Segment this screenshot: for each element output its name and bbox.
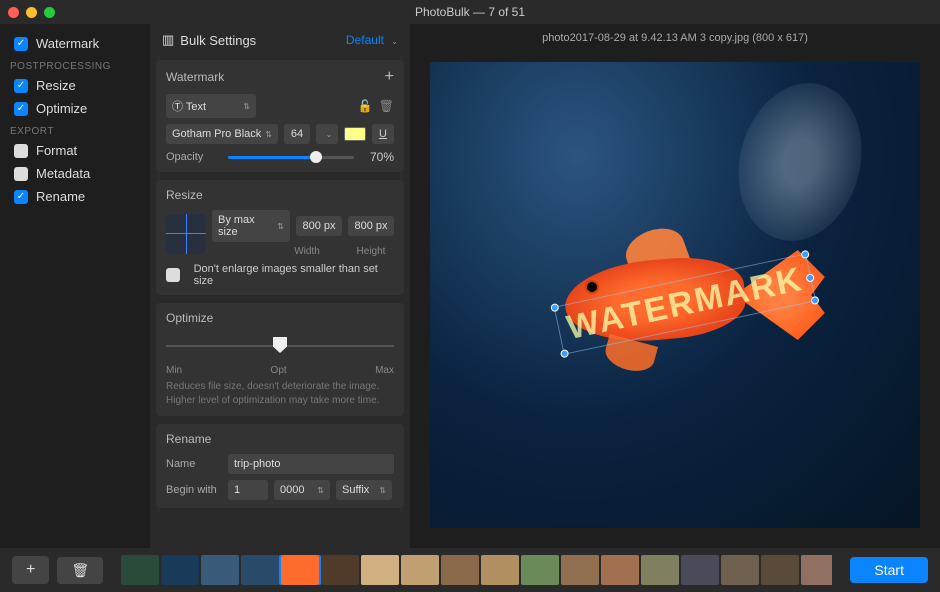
checkbox-icon[interactable]: [14, 144, 28, 158]
opacity-slider[interactable]: [228, 156, 354, 159]
delete-icon[interactable]: 🗑: [379, 99, 394, 113]
thumbnail[interactable]: [361, 555, 399, 585]
thumbnail[interactable]: [481, 555, 519, 585]
optimize-min-label: Min: [166, 365, 182, 376]
sidebar-header-export: EXPORT: [0, 120, 150, 139]
bottombar: + 🗑 Start: [0, 548, 940, 592]
thumbnail-strip[interactable]: [121, 555, 832, 585]
font-size-input[interactable]: 64: [284, 124, 310, 144]
checkbox-icon[interactable]: ✓: [14, 79, 28, 93]
optimize-opt-label: Opt: [271, 365, 287, 376]
sidebar-item-label: Rename: [36, 189, 85, 204]
sidebar-item-label: Format: [36, 143, 77, 158]
position-select[interactable]: Suffix⇅: [336, 480, 392, 500]
settings-title: Bulk Settings: [180, 33, 256, 48]
dont-enlarge-label: Don't enlarge images smaller than set si…: [194, 263, 394, 287]
panel-watermark: Watermark + Ⓣ Text⇅ 🔓 🗑 Gotham Pro Black…: [156, 60, 404, 172]
preview-filename: photo2017-08-29 at 9.42.13 AM 3 copy.jpg…: [410, 24, 940, 52]
plus-icon: +: [26, 561, 35, 578]
preview-image[interactable]: WATERMARK: [430, 62, 920, 528]
window-title: PhotoBulk — 7 of 51: [415, 5, 525, 19]
thumbnail[interactable]: [681, 555, 719, 585]
panel-optimize: Optimize Min Opt Max Reduces file size, …: [156, 303, 404, 416]
rename-name-input[interactable]: trip-photo: [228, 454, 394, 474]
sidebar-header-postprocessing: POSTPROCESSING: [0, 55, 150, 74]
thumbnail[interactable]: [601, 555, 639, 585]
font-select[interactable]: Gotham Pro Black⇅: [166, 124, 278, 144]
sidebar-item-watermark[interactable]: ✓ Watermark: [0, 32, 150, 55]
lock-icon[interactable]: 🔓: [358, 99, 373, 113]
resize-mode-select[interactable]: By max size⇅: [212, 210, 290, 242]
panel-title-label: Optimize: [166, 311, 213, 325]
sidebar-item-rename[interactable]: ✓ Rename: [0, 185, 150, 208]
panel-resize: Resize By max size⇅ 800 px 800 px Width: [156, 180, 404, 295]
sidebar-item-label: Optimize: [36, 101, 87, 116]
checkbox-icon[interactable]: [14, 167, 28, 181]
thumbnail[interactable]: [401, 555, 439, 585]
thumbnail[interactable]: [801, 555, 832, 585]
thumbnail[interactable]: [721, 555, 759, 585]
settings-panel: ▥ Bulk Settings Default ⌄ Watermark + Ⓣ …: [150, 24, 410, 548]
thumbnail[interactable]: [281, 555, 319, 585]
font-size-dropdown[interactable]: ⌄: [316, 124, 338, 144]
digits-select[interactable]: 0000⇅: [274, 480, 330, 500]
window-controls: [8, 7, 55, 18]
preset-dropdown[interactable]: Default ⌄: [346, 33, 398, 47]
fullscreen-icon[interactable]: [44, 7, 55, 18]
add-watermark-icon[interactable]: +: [385, 68, 394, 86]
watermark-type-select[interactable]: Ⓣ Text⇅: [166, 94, 256, 118]
layout-icon[interactable]: ▥: [162, 32, 174, 48]
close-icon[interactable]: [8, 7, 19, 18]
optimize-hint: Reduces file size, doesn't deteriorate t…: [166, 380, 394, 408]
thumbnail[interactable]: [761, 555, 799, 585]
height-input[interactable]: 800 px: [348, 216, 394, 236]
panel-title-label: Rename: [166, 432, 211, 446]
begin-with-input[interactable]: 1: [228, 480, 268, 500]
optimize-slider[interactable]: [166, 333, 394, 363]
sidebar-item-optimize[interactable]: ✓ Optimize: [0, 97, 150, 120]
sidebar-item-label: Resize: [36, 78, 76, 93]
trash-icon: 🗑: [71, 562, 89, 578]
width-label: Width: [284, 246, 330, 257]
thumbnail[interactable]: [161, 555, 199, 585]
width-input[interactable]: 800 px: [296, 216, 342, 236]
dont-enlarge-checkbox[interactable]: [166, 268, 180, 282]
resize-anchor[interactable]: [166, 214, 206, 254]
underline-icon[interactable]: U: [372, 124, 394, 144]
checkbox-icon[interactable]: ✓: [14, 102, 28, 116]
thumbnail[interactable]: [241, 555, 279, 585]
panel-title-label: Resize: [166, 188, 203, 202]
opacity-label: Opacity: [166, 151, 222, 163]
add-button[interactable]: +: [12, 556, 49, 584]
checkbox-icon[interactable]: ✓: [14, 190, 28, 204]
minimize-icon[interactable]: [26, 7, 37, 18]
thumbnail[interactable]: [561, 555, 599, 585]
sidebar-item-label: Metadata: [36, 166, 90, 181]
checkbox-icon[interactable]: ✓: [14, 37, 28, 51]
panel-rename: Rename Name trip-photo Begin with 1 0000…: [156, 424, 404, 508]
thumbnail[interactable]: [441, 555, 479, 585]
delete-button[interactable]: 🗑: [57, 557, 103, 584]
sidebar-item-resize[interactable]: ✓ Resize: [0, 74, 150, 97]
preview-area: photo2017-08-29 at 9.42.13 AM 3 copy.jpg…: [410, 24, 940, 548]
name-label: Name: [166, 458, 222, 470]
opacity-value: 70%: [360, 150, 394, 164]
begin-with-label: Begin with: [166, 484, 222, 496]
color-swatch[interactable]: [344, 127, 366, 141]
thumbnail[interactable]: [121, 555, 159, 585]
optimize-max-label: Max: [375, 365, 394, 376]
panel-title-label: Watermark: [166, 70, 224, 84]
sidebar-item-format[interactable]: Format: [0, 139, 150, 162]
sidebar: ✓ Watermark POSTPROCESSING ✓ Resize ✓ Op…: [0, 24, 150, 548]
thumbnail[interactable]: [641, 555, 679, 585]
sidebar-item-metadata[interactable]: Metadata: [0, 162, 150, 185]
sidebar-item-label: Watermark: [36, 36, 99, 51]
titlebar: PhotoBulk — 7 of 51: [0, 0, 940, 24]
thumbnail[interactable]: [521, 555, 559, 585]
thumbnail[interactable]: [321, 555, 359, 585]
thumbnail[interactable]: [201, 555, 239, 585]
start-button[interactable]: Start: [850, 557, 928, 583]
height-label: Height: [348, 246, 394, 257]
